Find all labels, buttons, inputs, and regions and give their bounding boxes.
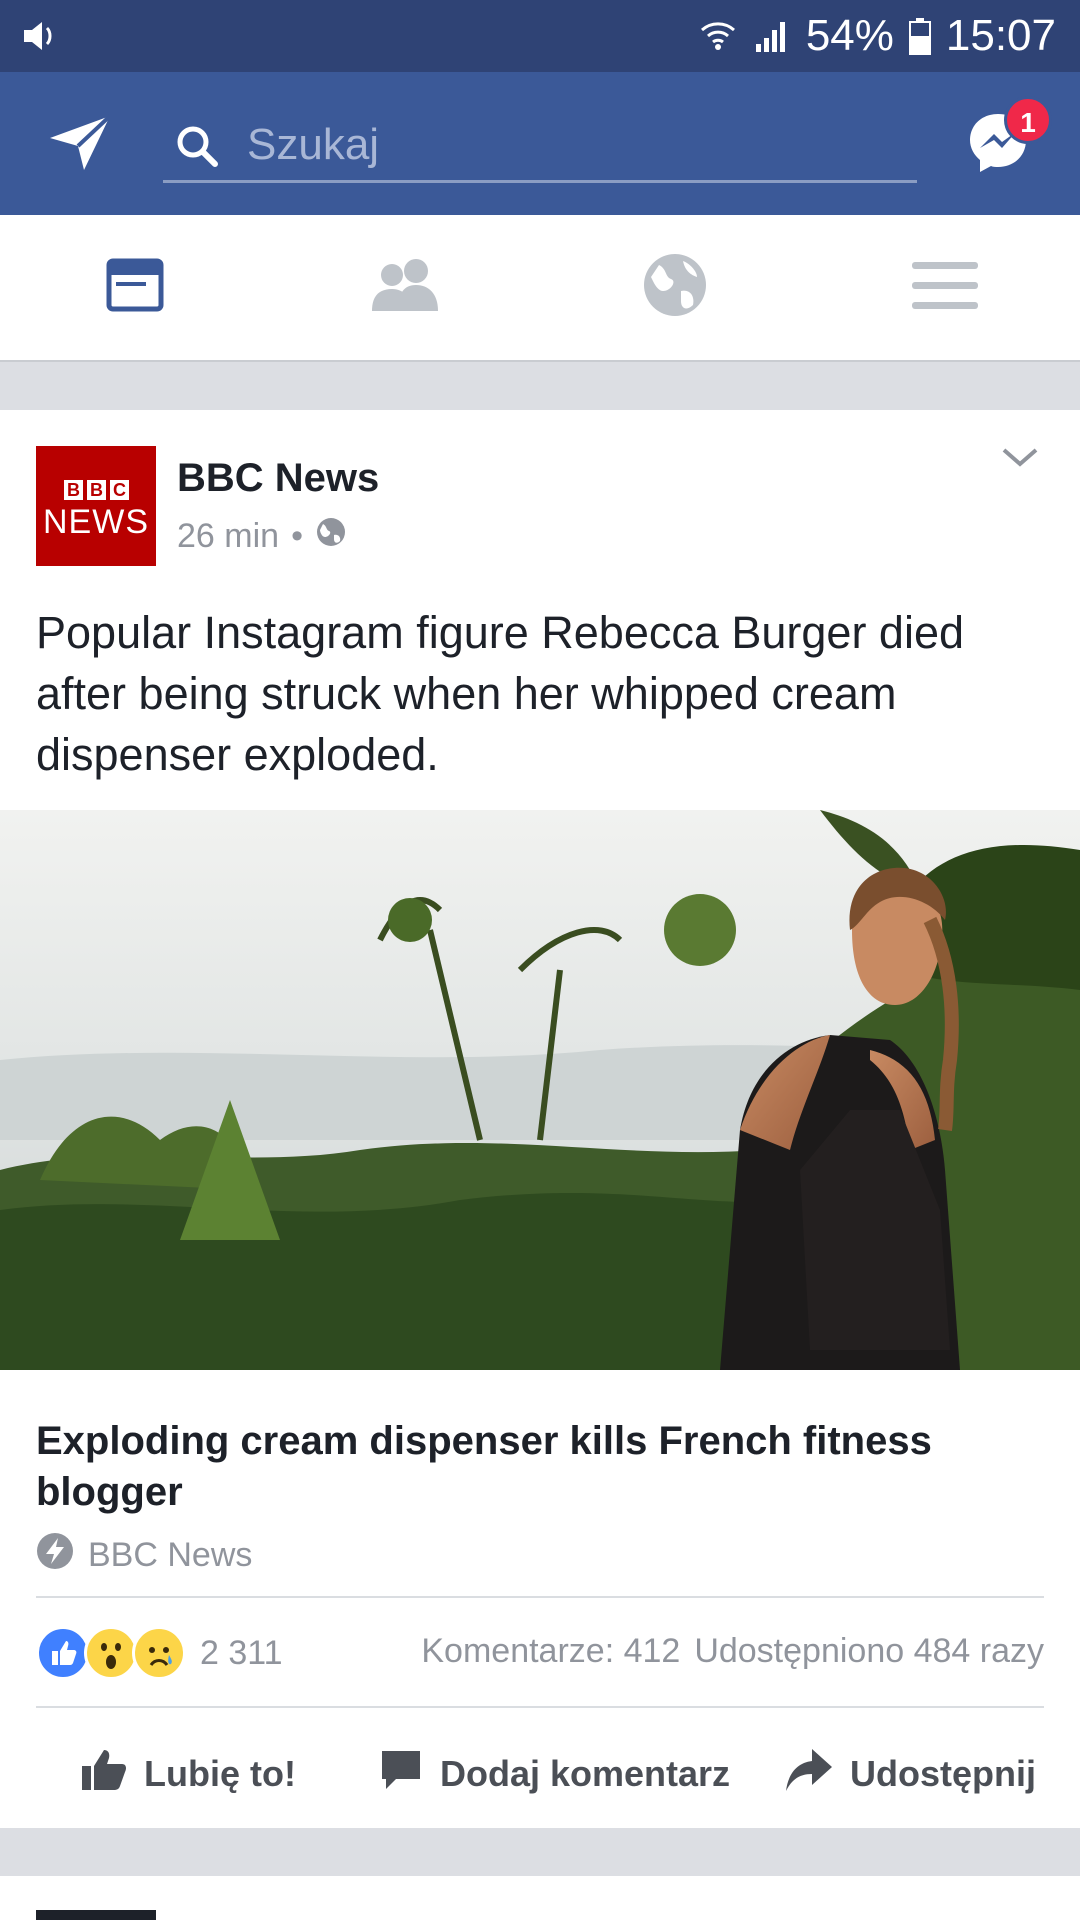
post-time[interactable]: 26 min [177,517,279,556]
shares-count[interactable]: Udostępniono 484 razy [694,1632,1044,1671]
globe-icon [641,251,709,324]
comment-label: Dodaj komentarz [440,1753,731,1794]
battery-percent: 54% [805,11,894,60]
tab-bar [0,215,1080,362]
sad-reaction-icon [132,1626,186,1680]
divider [36,1706,1044,1708]
next-post-card [0,1876,1080,1920]
like-label: Lubię to! [144,1753,296,1794]
like-button[interactable]: Lubię to! [80,1722,296,1826]
volume-icon [20,16,60,61]
post-card: B B C NEWS BBC News 26 min • Popular Ins… [0,410,1080,1828]
wow-reaction-icon [84,1626,138,1680]
comments-count[interactable]: Komentarze: 412 [421,1632,680,1671]
comment-button[interactable]: Dodaj komentarz [378,1722,730,1826]
share-label: Udostępnij [850,1753,1036,1794]
bbc-logo: B B C [64,480,129,500]
engagement-stats: Komentarze: 412 Udostępniono 484 razy [421,1632,1044,1671]
menu-icon [912,260,978,315]
instant-article-bolt-icon [36,1532,74,1579]
tab-news-feed[interactable] [0,215,270,360]
bbc-letter: C [110,480,129,500]
post-meta: 26 min • [177,516,347,557]
app-bar: 1 [0,72,1080,215]
public-globe-icon [315,516,347,557]
link-preview-image[interactable] [0,810,1080,1370]
tab-notifications[interactable] [540,215,810,360]
search-input[interactable] [245,112,899,178]
send-icon[interactable] [48,112,114,179]
search-bar[interactable] [163,112,917,183]
messenger-badge: 1 [1004,96,1052,144]
page-avatar[interactable]: B B C NEWS [36,446,156,566]
next-post-avatar[interactable] [36,1910,156,1920]
link-source-name: BBC News [88,1536,253,1574]
battery-icon [908,16,932,56]
tab-friends[interactable] [270,215,540,360]
bbc-letter: B [64,480,83,500]
reactions-summary[interactable]: 2 311 [36,1626,283,1680]
divider [36,1596,1044,1598]
reaction-count: 2 311 [200,1633,283,1672]
wifi-icon [698,16,738,56]
page-name[interactable]: BBC News [177,456,379,501]
status-bar: 54% 15:07 [0,0,1080,72]
friends-icon [368,257,442,318]
share-button[interactable]: Udostępnij [784,1722,1036,1826]
bbc-letter: B [87,480,106,500]
avatar-news-text: NEWS [43,503,149,541]
thumbs-up-icon [80,1746,128,1803]
signal-icon [752,16,792,56]
post-text: Popular Instagram figure Rebecca Burger … [36,607,965,780]
post-options-chevron-icon[interactable] [1000,446,1040,475]
clock: 15:07 [945,11,1056,60]
meta-separator: • [291,517,303,555]
search-icon [175,124,219,173]
comment-icon [378,1747,424,1802]
news-feed-icon [106,258,164,317]
post-actions: Lubię to! Dodaj komentarz Udostępnij [0,1722,1080,1826]
link-title[interactable]: Exploding cream dispenser kills French f… [36,1416,1036,1518]
share-arrow-icon [784,1747,834,1802]
like-reaction-icon [36,1626,90,1680]
link-source: BBC News [36,1532,252,1579]
tab-menu[interactable] [810,215,1080,360]
